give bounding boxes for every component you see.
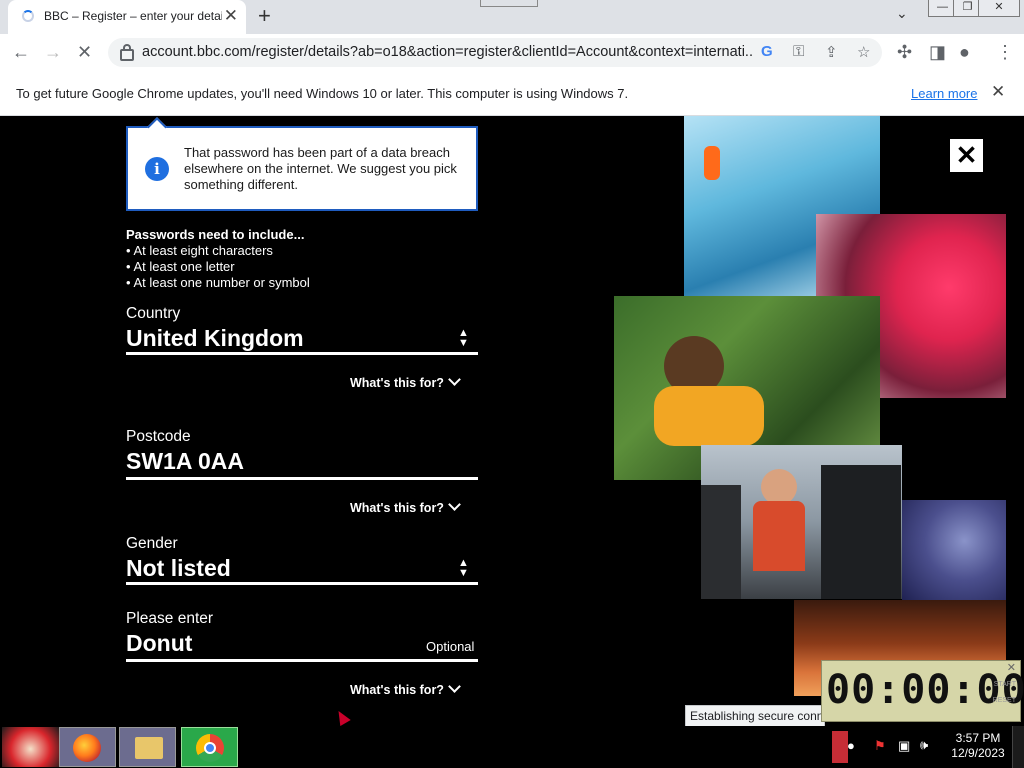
taskbar-clock[interactable]: 3:57 PM 12/9/2023	[946, 731, 1010, 761]
window-close-button[interactable]: ✕	[978, 0, 1020, 17]
reporter-head	[761, 469, 797, 505]
volume-icon[interactable]: 🕪	[920, 737, 928, 753]
cameraman	[701, 485, 741, 599]
requirement-item: • At least eight characters	[126, 243, 273, 258]
chrome-center-dot	[204, 742, 216, 754]
camera-rig	[821, 465, 901, 599]
folder-icon	[135, 737, 163, 759]
status-bubble: Establishing secure connection...	[685, 705, 825, 727]
chevron-down-icon	[448, 680, 461, 693]
whats-this-postcode-link[interactable]: What's this for?	[350, 498, 461, 515]
window-drag-handle[interactable]	[480, 0, 538, 7]
close-button[interactable]: ✕	[950, 139, 983, 172]
field-underline	[126, 352, 478, 355]
key-icon[interactable]: ⚿	[793, 43, 804, 60]
gender-label: Gender	[126, 535, 178, 552]
clock-date: 12/9/2023	[951, 746, 1005, 760]
back-icon[interactable]: ←	[12, 42, 30, 62]
tab-title: BBC – Register – enter your details	[44, 9, 222, 23]
breach-tooltip: i That password has been part of a data …	[126, 126, 478, 211]
bbc-register-page: i That password has been part of a data …	[0, 116, 1024, 726]
field-underline	[126, 582, 478, 585]
stopwatch-start-label[interactable]: START	[994, 681, 1016, 688]
stopwatch-display: 00:00:00	[826, 667, 1024, 713]
update-infobar: To get future Google Chrome updates, you…	[0, 71, 1024, 116]
learn-more-link[interactable]: Learn more	[911, 86, 977, 101]
menu-kebab-icon[interactable]: ⋮	[996, 42, 1014, 62]
windows-taskbar: ● ⚑ ▣ 🕪	[0, 726, 1024, 768]
select-arrows-icon: ▲ ▼	[458, 557, 469, 579]
chrome-taskbar-button[interactable]	[181, 727, 238, 767]
requirement-item: • At least one letter	[126, 259, 235, 274]
whats-this-gender-link[interactable]: What's this for?	[350, 680, 461, 697]
stopwatch-widget: 00:00:00 ✕ START RESET	[821, 660, 1024, 722]
stopwatch-close-icon[interactable]: ✕	[1007, 661, 1016, 674]
password-requirements: Passwords need to include... • At least …	[126, 227, 310, 291]
climber-figure	[704, 146, 720, 180]
postcode-input[interactable]: SW1A 0AA	[126, 448, 244, 475]
tab-close-icon[interactable]: ✕	[224, 6, 238, 26]
chevron-down-icon	[448, 373, 461, 386]
gender-description-input[interactable]: Donut	[126, 630, 192, 657]
chrome-icon	[196, 734, 224, 762]
action-center-flag-icon[interactable]: ⚑	[874, 738, 886, 754]
network-icon[interactable]: ▣	[898, 738, 910, 754]
lock-icon[interactable]	[120, 44, 134, 61]
tray-red-indicator[interactable]	[832, 731, 848, 763]
browser-toolbar: ← → ✕ account.bbc.com/register/details?a…	[0, 34, 1024, 71]
tab-search-chevron-icon[interactable]: ⌄	[896, 5, 908, 22]
side-panel-icon[interactable]: ◨	[929, 42, 946, 62]
infobar-close-icon[interactable]: ✕	[991, 82, 1005, 102]
clock-time: 3:57 PM	[955, 731, 1001, 745]
new-tab-button[interactable]: +	[258, 3, 271, 29]
breach-notice: That password has been part of a data br…	[184, 145, 457, 192]
country-select[interactable]: United Kingdom	[126, 325, 304, 352]
infobar-message: To get future Google Chrome updates, you…	[16, 86, 629, 101]
country-label: Country	[126, 305, 181, 322]
firefox-icon	[73, 734, 101, 762]
postcode-label: Postcode	[126, 428, 191, 445]
start-button-santa-icon[interactable]	[2, 727, 59, 767]
whats-this-country-link[interactable]: What's this for?	[350, 373, 461, 390]
google-lens-icon[interactable]: G	[761, 43, 773, 60]
tab-strip: BBC – Register – enter your details ✕ + …	[0, 0, 1024, 34]
profile-avatar-icon[interactable]: ●	[959, 42, 970, 62]
tab-bbc-register[interactable]: BBC – Register – enter your details ✕	[8, 0, 246, 34]
field-underline	[126, 659, 478, 662]
info-icon: i	[145, 157, 169, 181]
stopwatch-reset-label[interactable]: RESET	[993, 697, 1016, 704]
requirement-item: • At least one number or symbol	[126, 275, 310, 290]
gender-select[interactable]: Not listed	[126, 555, 231, 582]
forward-icon[interactable]: →	[44, 42, 62, 62]
tray-dot-icon[interactable]: ●	[847, 738, 855, 753]
show-desktop-button[interactable]	[1012, 726, 1024, 768]
optional-tag: Optional	[426, 639, 475, 654]
yellow-shirt	[654, 386, 764, 446]
mouse-cursor-icon	[333, 707, 351, 726]
night-sky-photo	[902, 500, 1006, 602]
requirements-title: Passwords need to include...	[126, 227, 305, 242]
select-arrows-icon: ▲ ▼	[458, 327, 469, 349]
please-enter-label: Please enter	[126, 610, 214, 627]
address-bar[interactable]: account.bbc.com/register/details?ab=o18&…	[108, 38, 882, 67]
stop-loading-icon[interactable]: ✕	[77, 42, 92, 62]
reporter-jacket	[753, 501, 805, 571]
firefox-taskbar-button[interactable]	[59, 727, 116, 767]
bookmark-star-icon[interactable]: ☆	[857, 43, 870, 61]
loading-spinner-icon	[22, 10, 34, 22]
reporter-camera-photo	[701, 445, 902, 599]
address-url[interactable]: account.bbc.com/register/details?ab=o18&…	[142, 44, 754, 60]
field-underline	[126, 477, 478, 480]
chevron-down-icon	[448, 498, 461, 511]
share-icon[interactable]: ⇪	[825, 43, 838, 61]
explorer-taskbar-button[interactable]	[119, 727, 176, 767]
extensions-icon[interactable]: ✣	[897, 42, 912, 62]
